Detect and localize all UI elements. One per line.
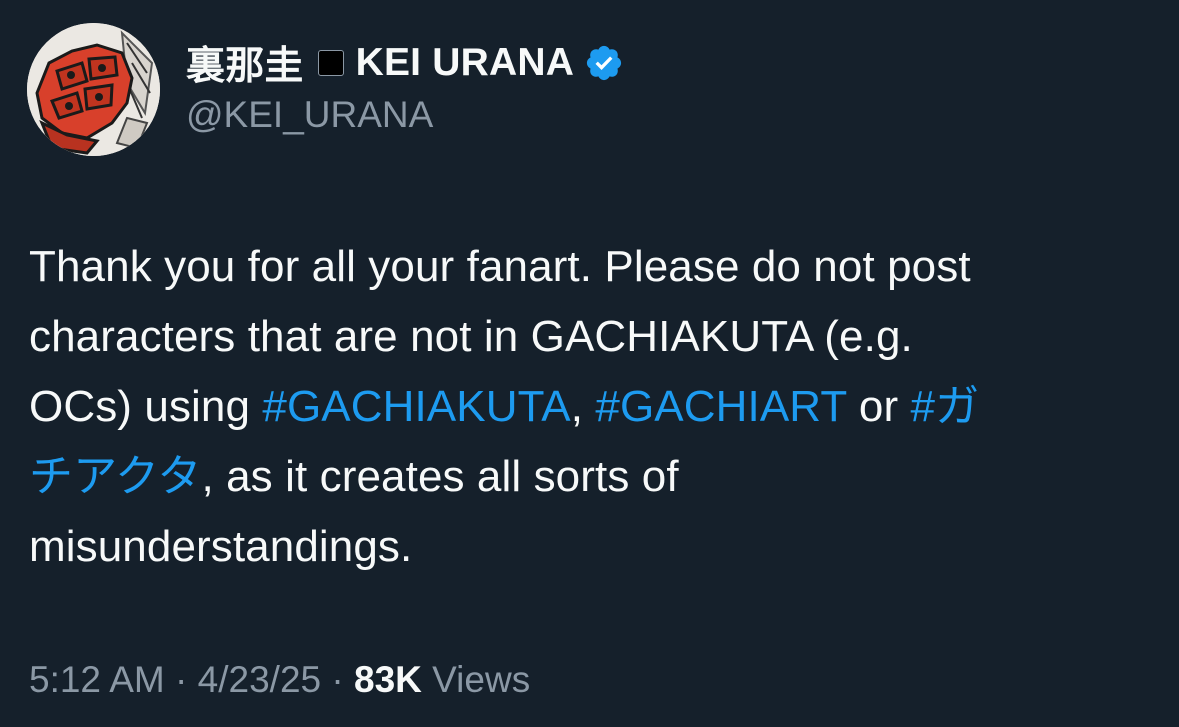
author-name-row[interactable]: 裏那圭 KEI URANA bbox=[186, 38, 624, 88]
verified-badge-icon bbox=[587, 45, 622, 81]
tweet-text: Thank you for all your fanart. Please do… bbox=[29, 232, 1159, 582]
tweet-line: チアクタ, as it creates all sorts of bbox=[29, 442, 1159, 512]
tweet-meta: 5:12 AM · 4/23/25 · 83K Views bbox=[29, 655, 530, 705]
meta-separator: · bbox=[164, 659, 198, 700]
tweet-line: OCs) using #GACHIAKUTA, #GACHIART or #ガ bbox=[29, 372, 1159, 442]
display-name-en[interactable]: KEI URANA bbox=[356, 41, 574, 85]
views-label: Views bbox=[421, 659, 531, 700]
hashtag-link[interactable]: #ガ bbox=[911, 382, 980, 431]
tweet-text-segment: or bbox=[846, 382, 911, 431]
tweet-text-segment: OCs) using bbox=[29, 382, 263, 431]
manga-character-avatar-icon bbox=[27, 23, 160, 156]
tweet-text-segment: misunderstandings. bbox=[29, 522, 413, 571]
tweet-line: characters that are not in GACHIAKUTA (e… bbox=[29, 302, 1159, 372]
tweet-line: misunderstandings. bbox=[29, 512, 1159, 582]
tweet-time[interactable]: 5:12 AM bbox=[29, 659, 165, 700]
display-name-jp[interactable]: 裏那圭 bbox=[186, 35, 304, 91]
tweet-line: Thank you for all your fanart. Please do… bbox=[29, 232, 1159, 302]
views-count[interactable]: 83K bbox=[354, 659, 422, 700]
tweet-text-segment: , as it creates all sorts of bbox=[201, 452, 679, 501]
hashtag-link[interactable]: #GACHIAKUTA bbox=[262, 382, 570, 431]
tweet-text-segment: Thank you for all your fanart. Please do… bbox=[29, 242, 971, 291]
black-square-icon bbox=[317, 50, 344, 76]
hashtag-link[interactable]: チアクタ bbox=[29, 452, 201, 501]
tweet-text-segment: , bbox=[570, 382, 596, 431]
avatar[interactable] bbox=[27, 23, 160, 156]
tweet-text-segment: characters that are not in GACHIAKUTA (e… bbox=[29, 312, 913, 361]
hashtag-link[interactable]: #GACHIART bbox=[595, 382, 846, 431]
tweet-card: 裏那圭 KEI URANA @KEI_URANA Thank you for a… bbox=[0, 0, 1179, 727]
author-handle[interactable]: @KEI_URANA bbox=[186, 94, 433, 136]
tweet-date[interactable]: 4/23/25 bbox=[198, 659, 321, 700]
meta-separator: · bbox=[321, 659, 354, 700]
